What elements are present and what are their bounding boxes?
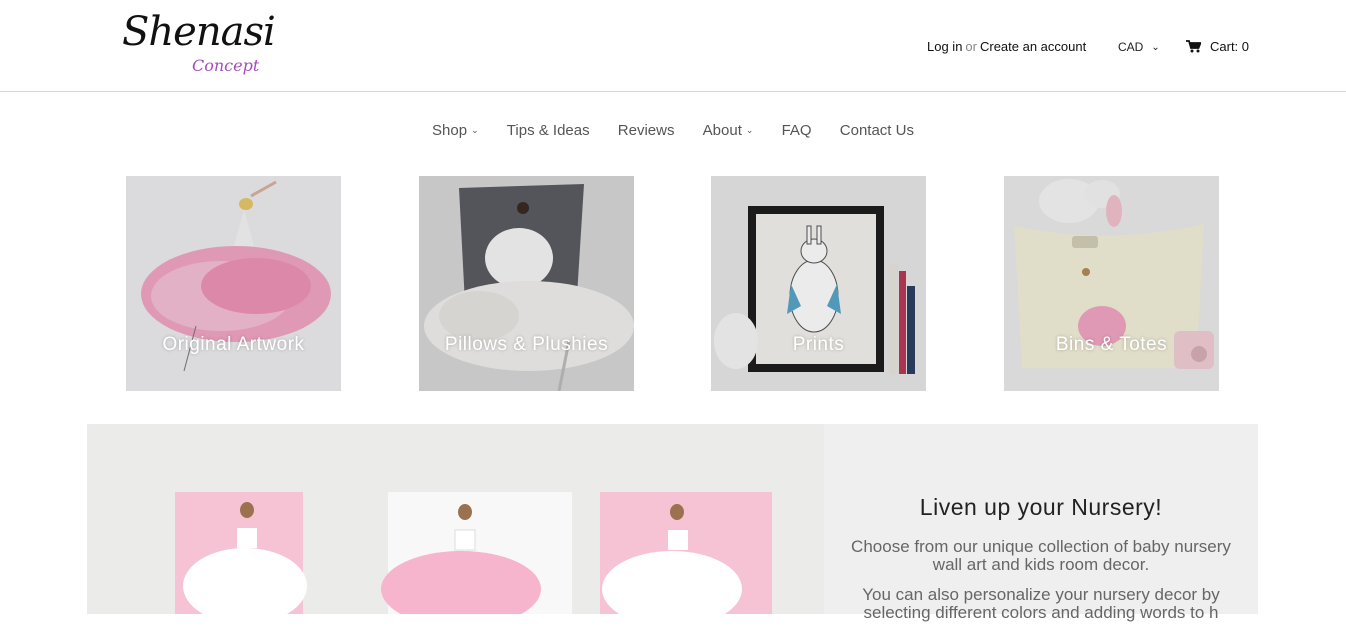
category-label: Pillows & Plushies (444, 334, 609, 355)
ballerina-canvases-image (87, 424, 824, 614)
main-nav: Shop ⌄ Tips & Ideas Reviews About ⌄ FAQ Co… (0, 122, 1346, 139)
feature-paragraph: You can also personalize your nursery de… (862, 585, 1220, 622)
or-separator: or (965, 39, 977, 54)
nav-item-label: Contact Us (839, 122, 914, 139)
feature-paragraph: Choose from our unique collection of bab… (851, 537, 1231, 574)
feature-title: Liven up your Nursery! (919, 494, 1163, 520)
category-label: Original Artwork (162, 334, 305, 355)
currency-selector[interactable]: CAD ⌄ (1118, 40, 1160, 54)
chevron-down-icon: ⌄ (745, 125, 754, 135)
nav-item-label: Tips & Ideas (506, 122, 590, 139)
nav-item-shop[interactable]: Shop ⌄ (432, 122, 479, 139)
nav-item-label: FAQ (781, 122, 812, 139)
nav-item-label: About (702, 122, 742, 139)
nav-item-tips-ideas[interactable]: Tips & Ideas (507, 122, 590, 139)
site-header: Shenasi Concept Log in or Create an accoun… (0, 0, 1346, 92)
category-tile-pillows-plushies[interactable]: Pillows & Plushies (419, 176, 634, 391)
shopping-cart-icon (1186, 40, 1201, 53)
category-tile-prints[interactable]: Prints (711, 176, 926, 391)
category-tile-bins-totes[interactable]: Bins & Totes (1004, 176, 1219, 391)
site-logo[interactable]: Shenasi Concept (122, 12, 276, 78)
account-links: Log in or Create an account (927, 39, 1086, 54)
category-tile-original-artwork[interactable]: Original Artwork (126, 176, 341, 391)
logo-subtitle: Concept (192, 56, 260, 75)
nav-item-reviews[interactable]: Reviews (618, 122, 675, 139)
nav-item-about[interactable]: About ⌄ (703, 122, 754, 139)
currency-value: CAD (1118, 40, 1144, 54)
feature-image (87, 424, 824, 614)
category-label: Prints (792, 334, 845, 355)
cart-label: Cart: 0 (1210, 39, 1250, 54)
chevron-down-icon: ⌄ (471, 125, 479, 135)
nav-item-label: Reviews (617, 122, 675, 139)
login-link[interactable]: Log in (927, 39, 962, 54)
nav-item-label: Shop (432, 122, 468, 139)
nav-item-contact[interactable]: Contact Us (840, 122, 914, 139)
feature-panel: Liven up your Nursery! Choose from our u… (824, 424, 1258, 622)
nav-item-faq[interactable]: FAQ (782, 122, 812, 139)
feature-description: Choose from our unique collection of bab… (844, 538, 1238, 634)
chevron-down-icon: ⌄ (1151, 42, 1160, 53)
cart-link[interactable]: Cart: 0 (1186, 39, 1249, 54)
create-account-link[interactable]: Create an account (980, 39, 1086, 54)
category-label: Bins & Totes (1055, 334, 1168, 355)
logo-wordmark: Shenasi (122, 9, 276, 55)
